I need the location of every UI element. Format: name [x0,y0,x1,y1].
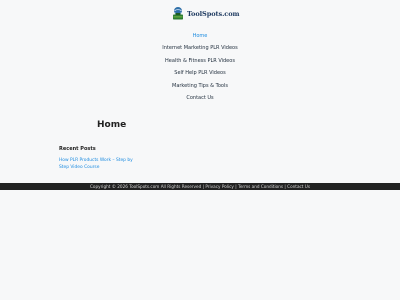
site-footer: Copyright © 2026 ToolSpots.com All Right… [0,183,400,190]
nav-item-self-help-plr-videos[interactable]: Self Help PLR Videos [0,70,400,77]
nav-item-home[interactable]: Home [0,33,400,40]
site-header: ToolSpots.com [0,0,400,30]
footer-separator: | [235,184,237,189]
nav-item-internet-marketing-plr-videos[interactable]: Internet Marketing PLR Videos [0,45,400,52]
footer-copyright: Copyright © 2026 ToolSpots.com All Right… [89,184,204,189]
footer-link-terms-and-conditions[interactable]: Terms and Conditions [238,184,283,189]
footer-link-contact-us[interactable]: Contact Us [287,184,310,189]
site-logo[interactable]: ToolSpots.com [171,5,239,23]
toolbox-globe-icon [171,6,185,22]
page: ToolSpots.com Home Internet Marketing PL… [0,0,400,300]
nav-item-marketing-tips-tools[interactable]: Marketing Tips & Tools [0,83,400,90]
page-title: Home [97,120,127,131]
footer-link-privacy-policy[interactable]: Privacy Policy [205,184,234,189]
nav-item-health-fitness-plr-videos[interactable]: Health & Fitness PLR Videos [0,58,400,65]
recent-posts-heading: Recent Posts [59,146,96,152]
site-logo-text: ToolSpots.com [187,10,240,18]
footer-separator: | [284,184,286,189]
recent-post-link[interactable]: How PLR Products Work – Step by Step Vid… [59,157,141,171]
nav-item-contact-us[interactable]: Contact Us [0,95,400,102]
